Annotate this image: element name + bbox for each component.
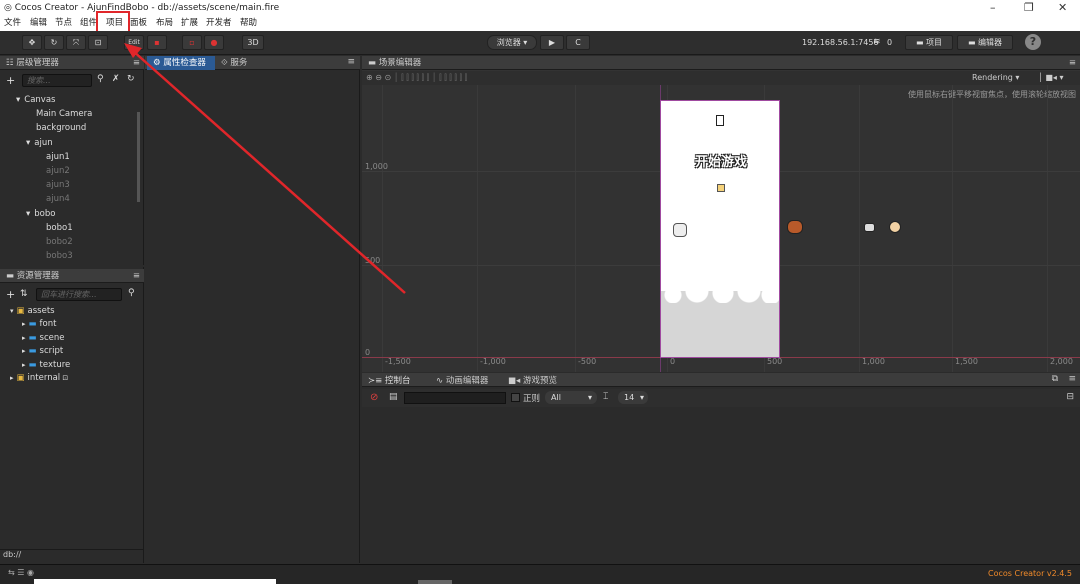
annotation-arrow bbox=[124, 43, 406, 294]
